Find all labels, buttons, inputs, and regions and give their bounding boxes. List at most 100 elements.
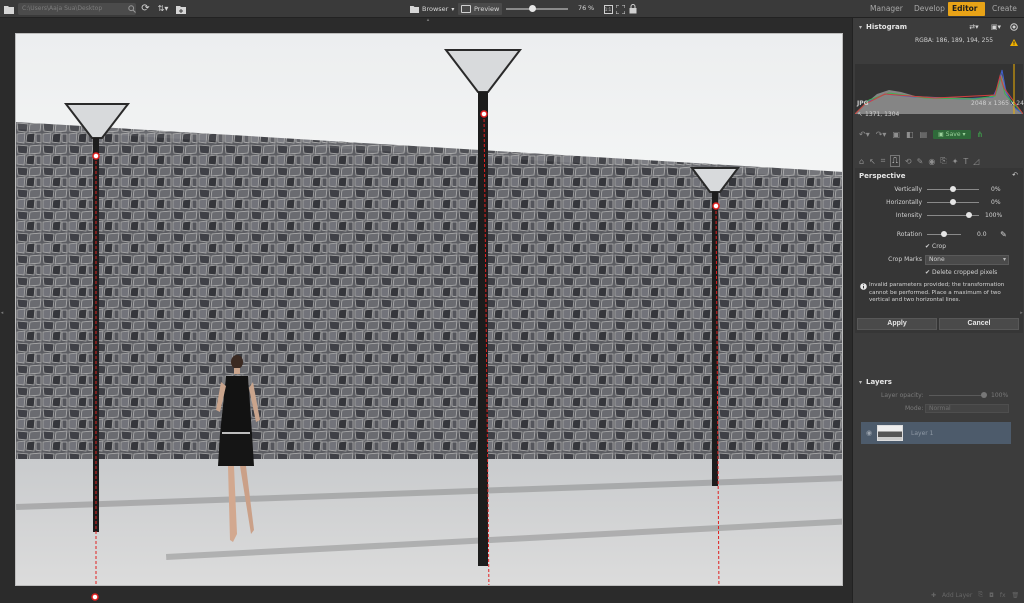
clone-icon[interactable]: ⎘ <box>940 156 946 166</box>
rotation-label: Rotation <box>896 231 922 238</box>
layer-name: Layer 1 <box>911 430 934 437</box>
layer-thumbnail <box>877 425 903 441</box>
tab-develop[interactable]: Develop <box>910 2 949 16</box>
rotation-slider-handle[interactable] <box>941 231 947 237</box>
photo-canvas[interactable] <box>15 33 843 586</box>
compare-icon[interactable]: ◧ <box>906 130 914 139</box>
browser-icon <box>410 5 419 13</box>
chevron-down-icon: ▾ <box>962 131 966 138</box>
collapse-right-icon[interactable]: ▸ <box>1019 308 1024 318</box>
checkmark-icon: ✔ <box>925 243 931 250</box>
add-layer-label[interactable]: Add Layer <box>942 592 972 599</box>
brush-icon[interactable]: ✎ <box>917 157 924 166</box>
horizontally-slider-handle[interactable] <box>950 199 956 205</box>
tool-strip: ⌂ ↖ ⌗ ⎍ ⟲ ✎ ◉ ⎘ ✦ T ◿ <box>859 155 979 167</box>
delete-cropped-checkbox[interactable]: ✔ Delete cropped pixels <box>925 269 997 276</box>
intensity-label: Intensity <box>895 212 922 219</box>
browser-button[interactable]: Browser ▾ <box>410 3 454 15</box>
straighten-icon[interactable]: ✎ <box>999 230 1008 239</box>
collapse-top-icon[interactable]: ▴ <box>424 17 432 23</box>
duplicate-layer-icon[interactable]: ⎘ <box>978 591 983 599</box>
zoom-slider[interactable] <box>506 8 568 10</box>
save-label: Save <box>945 131 961 138</box>
layers-title: Layers <box>866 378 892 386</box>
undo-icon[interactable]: ↶▾ <box>859 130 870 139</box>
collapse-icon[interactable]: ▾ <box>859 24 862 31</box>
folder-icon[interactable] <box>4 4 14 14</box>
guide-handles[interactable] <box>0 585 852 603</box>
histogram-mode-icon[interactable]: ▣▾ <box>989 22 1003 31</box>
vertically-slider-handle[interactable] <box>950 186 956 192</box>
crop-label: Crop <box>932 243 947 250</box>
tab-editor[interactable]: Editor <box>948 2 985 16</box>
add-folder-icon[interactable] <box>176 4 186 14</box>
layer-item[interactable]: ◉ Layer 1 <box>861 422 1011 444</box>
layer-mode-value: Normal <box>929 405 951 412</box>
layer-opacity-handle[interactable] <box>981 392 987 398</box>
lock-icon[interactable] <box>628 4 637 14</box>
trash-icon[interactable]: 🗑 <box>1012 592 1020 599</box>
zoom-value: 76 <box>578 4 587 12</box>
info-icon <box>859 282 867 290</box>
warning-message: Invalid parameters provided; the transfo… <box>869 282 1005 303</box>
mask-icon[interactable]: ◘ <box>989 592 994 599</box>
perspective-tool-icon[interactable]: ⎍ <box>890 155 900 167</box>
home-icon[interactable]: ⌂ <box>859 157 864 166</box>
fit-screen-icon[interactable] <box>615 4 625 14</box>
rotation-value: 0.0 <box>977 231 987 238</box>
path-field[interactable]: C:\Users\Aaja Sua\Desktop <box>18 3 136 15</box>
file-format: JPG <box>857 100 869 107</box>
rgba-readout: RGBA: 186, 189, 194, 255 <box>915 37 994 44</box>
horizontally-label: Horizontally <box>886 199 922 206</box>
redo-icon[interactable]: ↷▾ <box>876 130 887 139</box>
layers-panel <box>855 390 1023 590</box>
add-layer-icon[interactable]: ✚ <box>931 592 936 599</box>
clipping-warning-icon[interactable] <box>1009 38 1018 46</box>
zoom-slider-handle[interactable] <box>528 5 536 12</box>
layer-mode-select[interactable]: Normal <box>925 404 1009 413</box>
cancel-button[interactable]: Cancel <box>939 318 1019 330</box>
rotate-icon[interactable]: ⟲ <box>905 157 912 166</box>
search-icon[interactable] <box>127 4 137 14</box>
collapse-icon[interactable]: ▾ <box>859 379 862 386</box>
layers-compare-icon[interactable]: ▤ <box>920 130 928 139</box>
sort-icon[interactable]: ⇅▾ <box>156 3 170 14</box>
apply-button[interactable]: Apply <box>857 318 937 330</box>
share-icon[interactable]: ⋔ <box>977 130 984 139</box>
layers-header[interactable]: ▾ Layers <box>853 376 1024 388</box>
selection-icon[interactable]: ↖ <box>869 157 876 166</box>
visibility-eye-icon[interactable]: ◉ <box>865 429 873 437</box>
refresh-icon[interactable]: ⟳ <box>140 3 151 14</box>
reset-icon[interactable]: ↶ <box>1011 171 1019 179</box>
eye-icon[interactable]: ◉ <box>928 157 935 166</box>
preview-button[interactable]: Preview <box>458 3 503 15</box>
effects-icon[interactable]: ✦ <box>952 157 959 166</box>
crop-checkbox[interactable]: ✔ Crop <box>925 243 946 250</box>
actual-size-icon[interactable]: 1:1 <box>603 4 613 14</box>
delete-cropped-label: Delete cropped pixels <box>932 269 998 276</box>
image-icon[interactable]: ▣ <box>892 130 900 139</box>
collapse-left-icon[interactable]: ◂ <box>0 308 4 318</box>
crop-icon[interactable]: ⌗ <box>881 156 886 166</box>
tab-create[interactable]: Create <box>988 2 1021 16</box>
crop-marks-select[interactable]: None <box>925 255 1009 265</box>
histogram-title: Histogram <box>866 23 908 31</box>
chevron-down-icon[interactable]: ▾ <box>451 6 454 13</box>
text-icon[interactable]: T <box>963 157 968 166</box>
top-toolbar: C:\Users\Aaja Sua\Desktop ⟳ ⇅▾ Browser ▾… <box>0 0 1024 18</box>
layer-opacity-slider[interactable] <box>929 395 985 396</box>
tab-manager[interactable]: Manager <box>866 2 907 16</box>
intensity-slider-handle[interactable] <box>965 212 972 218</box>
layer-tools: ✚ Add Layer ⎘ ◘ fx 🗑 <box>931 591 1019 599</box>
shape-icon[interactable]: ◿ <box>973 157 979 166</box>
perspective-header: Perspective <box>853 170 1024 182</box>
histogram-settings-icon[interactable] <box>1009 22 1018 31</box>
action-bar: ↶▾ ↷▾ ▣ ◧ ▤ ▣ Save ▾ ⋔ <box>859 130 983 139</box>
zoom-unit: % <box>588 4 595 12</box>
save-button[interactable]: ▣ Save ▾ <box>933 130 971 139</box>
crop-marks-label: Crop Marks <box>888 256 922 263</box>
histogram-options-icon[interactable]: ⇄▾ <box>967 22 981 31</box>
checkmark-icon: ✔ <box>925 269 931 276</box>
fx-icon[interactable]: fx <box>1000 592 1006 599</box>
layer-opacity-value: 100% <box>991 392 1009 399</box>
